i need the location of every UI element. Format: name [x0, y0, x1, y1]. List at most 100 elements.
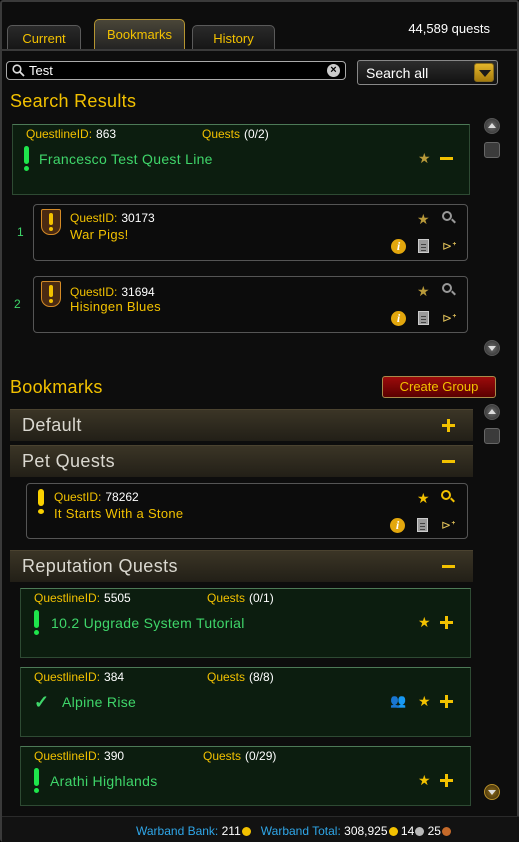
horn-icon[interactable]: ⊳ᐩ: [441, 519, 459, 531]
exclamation-icon: [41, 281, 61, 307]
plus-icon[interactable]: [440, 695, 453, 708]
group-header-reputation-quests[interactable]: Reputation Quests: [10, 550, 473, 582]
gold-coin-icon: [241, 827, 251, 836]
search-scope-dropdown[interactable]: Search all: [357, 60, 498, 85]
checkmark-icon: ✓: [34, 692, 50, 712]
warband-total-gold: 308,925: [344, 824, 388, 838]
quest-card[interactable]: QuestID: 78262 It Starts With a Stone ★ i…: [26, 483, 468, 539]
group-label: Pet Quests: [22, 451, 116, 471]
group-label: Reputation Quests: [22, 556, 178, 576]
magnifier-icon[interactable]: [442, 283, 456, 297]
exclamation-icon: [37, 489, 45, 515]
minus-icon[interactable]: [440, 157, 453, 160]
bookmarks-scrollbar[interactable]: [484, 404, 500, 804]
star-icon[interactable]: ★: [418, 151, 432, 165]
quest-name[interactable]: It Starts With a Stone: [54, 506, 183, 521]
group-header-pet-quests[interactable]: Pet Quests: [10, 445, 473, 477]
minus-icon[interactable]: [442, 460, 455, 463]
scroll-down-icon[interactable]: [484, 784, 500, 800]
questline-id: QuestlineID: 390: [34, 749, 125, 763]
plus-icon[interactable]: [440, 616, 453, 629]
questline-progress: Quests (8/8): [207, 670, 274, 684]
quest-id: QuestID: 78262: [54, 490, 139, 504]
scroll-down-icon[interactable]: [484, 340, 500, 356]
scroll-thumb[interactable]: [484, 142, 500, 158]
scroll-thumb[interactable]: [484, 428, 500, 444]
info-icon[interactable]: i: [390, 518, 405, 533]
questline-card[interactable]: QuestlineID: 5505 Quests (0/1) 10.2 Upgrad…: [20, 588, 471, 658]
plus-icon[interactable]: [440, 774, 453, 787]
questline-name[interactable]: Alpine Rise: [62, 694, 136, 710]
currency-summary: Warband Bank: 211 Warband Total: 308,925…: [136, 824, 451, 838]
currency-footer: Warband Bank: 211 Warband Total: 308,925…: [2, 816, 519, 842]
search-box[interactable]: ×: [6, 61, 346, 80]
quest-id: QuestID: 30173: [70, 211, 155, 225]
horn-icon[interactable]: ⊳ᐩ: [442, 312, 460, 324]
quest-count: 44,589 quests: [408, 21, 490, 36]
info-icon[interactable]: i: [391, 239, 406, 254]
quest-card[interactable]: QuestID: 31694 Hisingen Blues ★ i ⊳ᐩ: [33, 276, 468, 333]
quest-id: QuestID: 31694: [70, 285, 155, 299]
results-scrollbar[interactable]: [484, 118, 500, 358]
plus-icon[interactable]: [442, 419, 455, 432]
search-input[interactable]: [29, 62, 319, 79]
create-group-button[interactable]: Create Group: [382, 376, 496, 398]
exclamation-icon: [41, 209, 61, 235]
chevron-down-icon[interactable]: [474, 63, 494, 82]
questline-progress: Quests (0/2): [202, 127, 269, 141]
tab-history[interactable]: History: [192, 25, 275, 50]
questline-card[interactable]: QuestlineID: 390 Quests (0/29) Arathi High…: [20, 746, 471, 806]
star-icon[interactable]: ★: [417, 212, 431, 226]
exclamation-icon: [23, 146, 30, 172]
quest-index: 1: [17, 225, 24, 239]
tab-bookmarks[interactable]: Bookmarks: [94, 19, 185, 50]
copper-coin-icon: [441, 827, 451, 836]
warband-total-silver: 14: [400, 824, 415, 838]
group-label: Default: [22, 415, 82, 435]
questline-id: QuestlineID: 5505: [34, 591, 131, 605]
clear-icon[interactable]: ×: [327, 64, 340, 77]
star-icon[interactable]: ★: [418, 694, 432, 708]
scroll-up-icon[interactable]: [484, 404, 500, 420]
quest-name[interactable]: War Pigs!: [70, 227, 129, 242]
quest-index: 2: [14, 297, 21, 311]
quest-name[interactable]: Hisingen Blues: [70, 299, 161, 314]
magnifier-icon[interactable]: [441, 490, 455, 504]
questline-name[interactable]: Francesco Test Quest Line: [39, 151, 213, 167]
questline-id: QuestlineID: 384: [34, 670, 125, 684]
document-icon[interactable]: [417, 518, 428, 532]
exclamation-icon: [33, 768, 40, 794]
star-icon[interactable]: ★: [418, 615, 432, 629]
questline-card[interactable]: QuestlineID: 384 Quests (8/8) ✓ Alpine Ris…: [20, 667, 471, 737]
gold-coin-icon: [388, 827, 398, 836]
group-header-default[interactable]: Default: [10, 409, 473, 441]
horn-icon[interactable]: ⊳ᐩ: [442, 240, 460, 252]
warband-total-label: Warband Total:: [260, 824, 341, 838]
questline-id: QuestlineID: 863: [26, 127, 117, 141]
document-icon[interactable]: [418, 239, 429, 253]
scroll-up-icon[interactable]: [484, 118, 500, 134]
quest-card[interactable]: QuestID: 30173 War Pigs! ★ i ⊳ᐩ: [33, 204, 468, 261]
star-icon[interactable]: ★: [418, 773, 432, 787]
questline-name[interactable]: Arathi Highlands: [50, 773, 158, 789]
search-results-title: Search Results: [10, 91, 137, 111]
tab-current[interactable]: Current: [7, 25, 81, 50]
questline-name[interactable]: 10.2 Upgrade System Tutorial: [51, 615, 245, 631]
star-icon[interactable]: ★: [417, 284, 431, 298]
quest-browser-window: Current Bookmarks History 44,589 quests …: [0, 0, 519, 842]
exclamation-icon: [33, 610, 40, 636]
star-icon[interactable]: ★: [417, 491, 431, 505]
magnifier-icon[interactable]: [442, 211, 456, 225]
bookmarks-title: Bookmarks: [10, 377, 103, 397]
warband-bank-label: Warband Bank:: [136, 824, 219, 838]
questline-card[interactable]: QuestlineID: 863 Quests (0/2) Francesco Te…: [12, 124, 470, 195]
silver-coin-icon: [415, 827, 425, 836]
document-icon[interactable]: [418, 311, 429, 325]
questline-progress: Quests (0/1): [207, 591, 274, 605]
search-icon: [12, 64, 25, 77]
minus-icon[interactable]: [442, 565, 455, 568]
tab-divider: [2, 49, 519, 51]
info-icon[interactable]: i: [391, 311, 406, 326]
warband-bank-gold: 211: [221, 824, 241, 838]
questline-progress: Quests (0/29): [203, 749, 277, 763]
